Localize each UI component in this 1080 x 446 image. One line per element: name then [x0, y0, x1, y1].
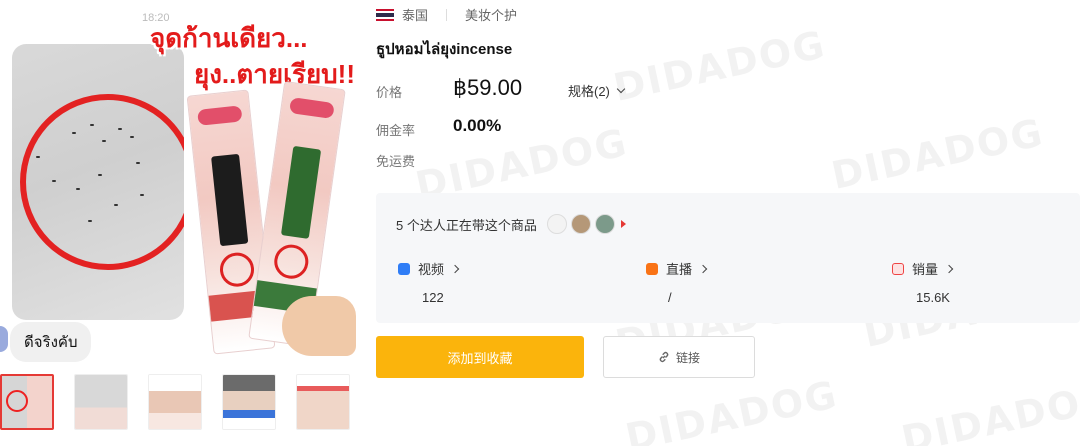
thumbnail-5[interactable] — [296, 374, 350, 430]
chevron-down-icon — [616, 84, 626, 93]
free-shipping-label: 免运费 — [376, 154, 416, 169]
mosquito-photo — [12, 44, 184, 320]
meta-row: 泰国 美妆个护 — [376, 5, 517, 24]
creator-avatar[interactable] — [570, 214, 591, 234]
chat-bubble: ดีจริงคับ — [10, 322, 92, 362]
stat-label: 直播 — [666, 262, 693, 277]
thumbnail-4[interactable] — [222, 374, 276, 430]
creators-row[interactable]: 5 个达人正在带这个商品 — [396, 214, 626, 234]
link-label: 链接 — [675, 350, 700, 365]
chevron-right-icon — [698, 264, 708, 273]
stat-video[interactable]: 视频 — [398, 259, 460, 278]
commission-label: 佣金率 — [376, 123, 416, 138]
video-icon — [398, 262, 410, 275]
category-label[interactable]: 美妆个护 — [465, 5, 517, 24]
expand-arrow-icon[interactable] — [620, 220, 626, 228]
creator-avatar[interactable] — [546, 214, 567, 234]
creator-stats-panel: 5 个达人正在带这个商品 视频 122 直播 / 销量 15.6K — [376, 193, 1080, 323]
divider — [446, 8, 448, 21]
stat-sales-value: 15.6K — [916, 290, 950, 305]
stat-label: 视频 — [418, 262, 445, 277]
chevron-right-icon — [944, 264, 954, 273]
chat-avatar — [0, 326, 8, 352]
price-label: 价格 — [376, 85, 403, 100]
stat-live-value: / — [668, 290, 672, 305]
hand — [282, 296, 356, 356]
highlight-circle — [20, 94, 184, 270]
add-to-favorites-button[interactable]: 添加到收藏 — [376, 336, 584, 378]
stat-label: 销量 — [912, 262, 939, 277]
stat-sales[interactable]: 销量 — [892, 259, 954, 278]
creator-avatar[interactable] — [594, 214, 615, 234]
live-icon — [646, 262, 658, 275]
main-product-image[interactable]: 18:20 จุดก้านเดียว... ยุง..ตายเรียบ!! ดี… — [0, 0, 360, 370]
stat-live[interactable]: 直播 — [646, 259, 708, 278]
sales-icon — [892, 262, 904, 275]
product-info: 泰国 美妆个护 ธูปหอมไล่ยุงincense 价格 ฿59.00 规格… — [376, 0, 1080, 446]
spec-label: 规格(2) — [568, 84, 610, 99]
thumbnail-strip — [0, 374, 360, 434]
price-value: ฿59.00 — [453, 75, 523, 100]
thailand-flag-icon — [376, 8, 394, 21]
product-title: ธูปหอมไล่ยุงincense — [376, 41, 513, 58]
country-label[interactable]: 泰国 — [402, 5, 428, 24]
thumbnail-2[interactable] — [74, 374, 128, 430]
commission-value: 0.00% — [453, 116, 502, 135]
link-icon — [659, 351, 669, 363]
spec-dropdown[interactable]: 规格(2) — [568, 81, 626, 100]
chevron-right-icon — [450, 264, 460, 273]
thumbnail-1[interactable] — [0, 374, 54, 430]
creators-count-text: 5 个达人正在带这个商品 — [396, 217, 537, 233]
overlay-text-top: จุดก้านเดียว... — [150, 23, 308, 53]
stat-video-value: 122 — [422, 290, 444, 305]
thumbnail-3[interactable] — [148, 374, 202, 430]
link-button[interactable]: 链接 — [603, 336, 755, 378]
